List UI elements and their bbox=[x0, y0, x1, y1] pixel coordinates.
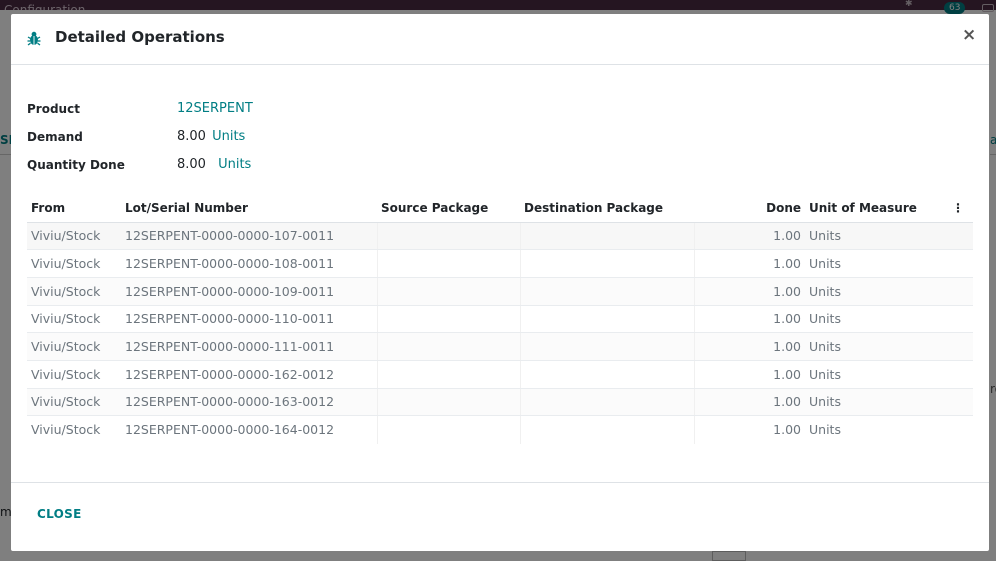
cell-uom: Units bbox=[805, 360, 948, 389]
cell-destination-package bbox=[519, 360, 694, 389]
cell-done: 1.00 bbox=[693, 332, 805, 361]
cell-lot: 12SERPENT-0000-0000-164-0012 bbox=[125, 422, 335, 438]
product-label: Product bbox=[27, 102, 80, 116]
cell-source-package bbox=[376, 415, 520, 444]
cell-done: 1.00 bbox=[693, 277, 805, 306]
table-row[interactable]: Viviu/Stock 12SERPENT-0000-0000-163-0012… bbox=[27, 388, 973, 417]
demand-label: Demand bbox=[27, 130, 83, 144]
cell-from: Viviu/Stock bbox=[27, 249, 121, 278]
table-row[interactable]: Viviu/Stock 12SERPENT-0000-0000-162-0012… bbox=[27, 360, 973, 389]
table-header-row: From Lot/Serial Number Source Package De… bbox=[27, 195, 973, 223]
cell-done: 1.00 bbox=[693, 360, 805, 389]
cell-source-package bbox=[376, 249, 520, 278]
cell-uom: Units bbox=[805, 332, 948, 361]
cell-uom: Units bbox=[805, 388, 948, 417]
cell-done: 1.00 bbox=[693, 249, 805, 278]
cell-done: 1.00 bbox=[693, 415, 805, 444]
cell-from: Viviu/Stock bbox=[27, 305, 121, 334]
cell-lot: 12SERPENT-0000-0000-110-0011 bbox=[121, 305, 377, 334]
cell-source-package bbox=[376, 305, 520, 334]
column-header-uom[interactable]: Unit of Measure bbox=[805, 195, 948, 223]
cell-uom: Units bbox=[805, 249, 948, 278]
cell-from: Viviu/Stock bbox=[31, 422, 101, 438]
cell-destination-package bbox=[519, 332, 694, 361]
column-options-icon[interactable]: ⋮ bbox=[948, 195, 973, 223]
cell-done: 1.00 bbox=[693, 388, 805, 417]
column-header-from[interactable]: From bbox=[27, 195, 121, 223]
cell-from: Viviu/Stock bbox=[27, 277, 121, 306]
cell-empty bbox=[948, 249, 973, 278]
modal-title: Detailed Operations bbox=[55, 28, 225, 46]
demand-value-group: 8.00 Units bbox=[177, 129, 245, 145]
cell-empty bbox=[948, 360, 973, 389]
cell-lot: 12SERPENT-0000-0000-109-0011 bbox=[121, 277, 377, 306]
cell-lot: 12SERPENT-0000-0000-162-0012 bbox=[121, 360, 377, 389]
quantity-done-uom-link[interactable]: Units bbox=[218, 157, 251, 172]
table-row[interactable]: Viviu/Stock 12SERPENT-0000-0000-164-0012… bbox=[27, 415, 973, 444]
product-link[interactable]: 12SERPENT bbox=[177, 101, 253, 117]
cell-destination-package bbox=[519, 388, 694, 417]
cell-source-package bbox=[376, 277, 520, 306]
demand-value: 8.00 bbox=[177, 129, 206, 144]
cell-done: 1.00 bbox=[693, 305, 805, 334]
cell-done: 1.00 bbox=[693, 222, 805, 251]
cell-empty bbox=[948, 277, 973, 306]
table-row[interactable]: Viviu/Stock 12SERPENT-0000-0000-111-0011… bbox=[27, 332, 973, 361]
modal-footer: CLOSE bbox=[11, 482, 989, 551]
cell-lot: 12SERPENT-0000-0000-111-0011 bbox=[121, 332, 377, 361]
quantity-done-value: 8.00 bbox=[177, 157, 206, 172]
close-icon[interactable]: × bbox=[962, 25, 976, 45]
column-header-done[interactable]: Done bbox=[694, 195, 805, 223]
cell-from: Viviu/Stock bbox=[27, 360, 121, 389]
cell-destination-package bbox=[519, 249, 694, 278]
cell-empty bbox=[948, 222, 973, 251]
column-header-lot-serial[interactable]: Lot/Serial Number bbox=[121, 195, 377, 223]
cell-from: Viviu/Stock bbox=[27, 388, 121, 417]
cell-from: Viviu/Stock bbox=[27, 222, 121, 251]
cell-uom: Units bbox=[809, 422, 841, 438]
cell-from: Viviu/Stock bbox=[27, 332, 121, 361]
column-header-destination-package[interactable]: Destination Package bbox=[520, 195, 694, 223]
close-button[interactable]: CLOSE bbox=[29, 505, 90, 523]
cell-empty bbox=[948, 332, 973, 361]
cell-destination-package bbox=[519, 277, 694, 306]
table-row[interactable]: Viviu/Stock 12SERPENT-0000-0000-109-0011… bbox=[27, 277, 973, 306]
cell-lot: 12SERPENT-0000-0000-163-0012 bbox=[121, 388, 377, 417]
cell-uom: Units bbox=[805, 305, 948, 334]
cell-uom: Units bbox=[805, 222, 948, 251]
quantity-done-value-group: 8.00 Units bbox=[177, 157, 251, 173]
detailed-operations-table: From Lot/Serial Number Source Package De… bbox=[27, 195, 973, 444]
demand-uom: Units bbox=[212, 129, 246, 144]
cell-empty bbox=[948, 305, 973, 334]
cell-lot: 12SERPENT-0000-0000-108-0011 bbox=[121, 249, 377, 278]
detailed-operations-dialog: Detailed Operations × Product 12SERPENT … bbox=[11, 14, 989, 551]
table-row[interactable]: Viviu/Stock 12SERPENT-0000-0000-107-0011… bbox=[27, 222, 973, 251]
cell-destination-package bbox=[519, 305, 694, 334]
cell-destination-package bbox=[519, 222, 694, 251]
modal-header: Detailed Operations × bbox=[11, 14, 989, 65]
cell-empty bbox=[948, 388, 973, 417]
cell-source-package bbox=[376, 360, 520, 389]
table-row[interactable]: Viviu/Stock 12SERPENT-0000-0000-110-0011… bbox=[27, 305, 973, 334]
cell-source-package bbox=[376, 388, 520, 417]
cell-source-package bbox=[376, 332, 520, 361]
cell-destination-package bbox=[519, 415, 694, 444]
cell-source-package bbox=[376, 222, 520, 251]
cell-lot: 12SERPENT-0000-0000-107-0011 bbox=[121, 222, 377, 251]
column-header-source-package[interactable]: Source Package bbox=[377, 195, 520, 223]
cell-uom: Units bbox=[805, 277, 948, 306]
table-row[interactable]: Viviu/Stock 12SERPENT-0000-0000-108-0011… bbox=[27, 249, 973, 278]
quantity-done-label: Quantity Done bbox=[27, 158, 125, 172]
bug-icon bbox=[27, 30, 41, 46]
cell-empty bbox=[948, 416, 973, 444]
